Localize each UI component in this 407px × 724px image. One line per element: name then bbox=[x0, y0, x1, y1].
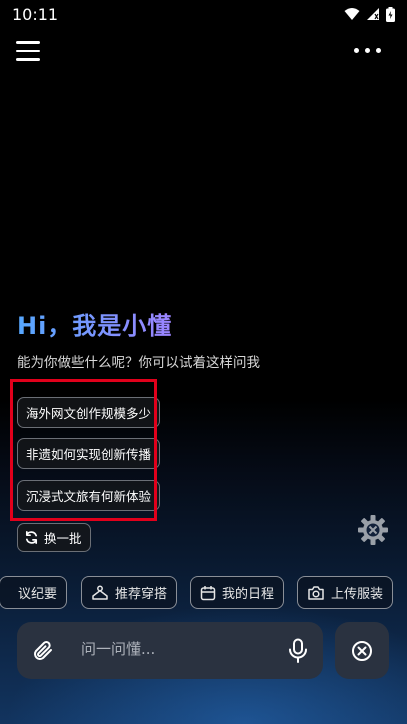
close-button[interactable] bbox=[335, 622, 389, 679]
chip-schedule[interactable]: 我的日程 bbox=[190, 576, 285, 609]
refresh-button[interactable]: 换一批 bbox=[17, 523, 91, 552]
battery-icon bbox=[386, 6, 395, 22]
suggestion-item[interactable]: 沉浸式文旅有何新体验 bbox=[17, 480, 161, 511]
status-time: 10:11 bbox=[12, 4, 59, 24]
suggestion-item[interactable]: 非遗如何实现创新传播 bbox=[17, 438, 161, 469]
greeting-subtitle: 能为你做些什么呢？你可以试着这样问我 bbox=[17, 355, 260, 371]
close-circle-icon bbox=[352, 640, 372, 661]
refresh-label: 换一批 bbox=[44, 531, 82, 546]
microphone-icon[interactable] bbox=[287, 638, 309, 664]
chat-input[interactable] bbox=[81, 640, 271, 658]
hanger-icon bbox=[92, 585, 108, 600]
suggestion-item[interactable]: 海外网文创作规模多少 bbox=[17, 397, 161, 428]
chip-outfit[interactable]: 推荐穿搭 bbox=[81, 576, 178, 609]
status-bar: 10:11 bbox=[0, 0, 407, 28]
quick-actions-row[interactable]: 议纪要 推荐穿搭 我的日程 上传服装 bbox=[0, 576, 407, 610]
top-bar bbox=[0, 36, 407, 70]
paperclip-icon[interactable] bbox=[31, 639, 55, 663]
refresh-icon bbox=[25, 531, 38, 544]
menu-icon[interactable] bbox=[16, 41, 40, 61]
calendar-icon bbox=[200, 585, 216, 600]
gear-icon[interactable] bbox=[356, 513, 390, 547]
more-options-icon[interactable] bbox=[354, 48, 381, 53]
chip-meeting-notes[interactable]: 议纪要 bbox=[0, 576, 68, 609]
chat-input-bar bbox=[17, 622, 323, 679]
signal-icon bbox=[367, 8, 379, 20]
greeting-title: Hi，我是小懂 bbox=[17, 306, 172, 341]
wifi-icon bbox=[344, 8, 360, 20]
camera-icon bbox=[308, 585, 324, 600]
chip-upload-clothes[interactable]: 上传服装 bbox=[297, 576, 394, 609]
